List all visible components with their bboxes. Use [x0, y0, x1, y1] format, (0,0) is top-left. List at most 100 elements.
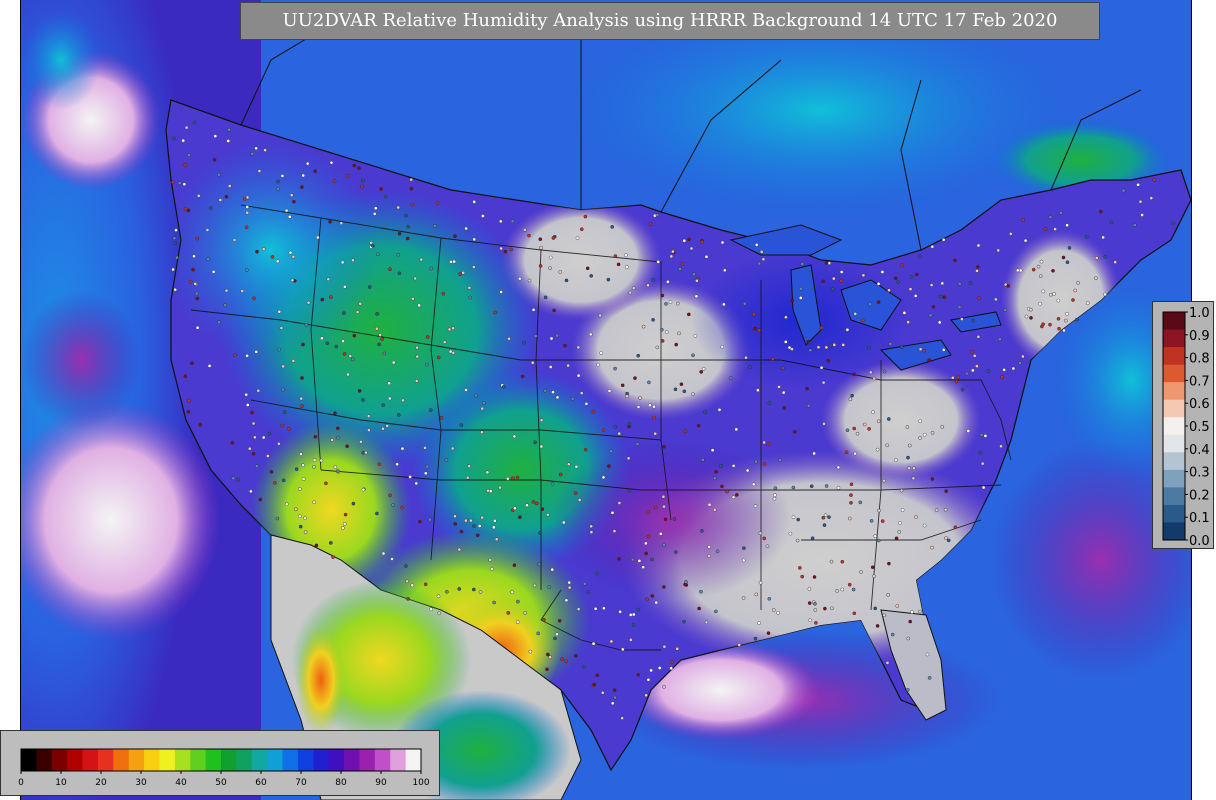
station-dot — [975, 269, 979, 273]
station-dot — [493, 310, 498, 315]
station-dot — [669, 254, 674, 259]
station-dot — [876, 282, 881, 286]
station-dot — [754, 243, 759, 247]
station-dot — [753, 326, 757, 331]
station-dot — [452, 259, 456, 264]
station-dot — [841, 343, 846, 347]
station-dot — [707, 554, 711, 558]
station-dot — [682, 619, 686, 624]
station-dot — [960, 317, 964, 321]
station-dot — [682, 389, 687, 394]
station-dot — [583, 214, 588, 219]
station-dot — [930, 477, 935, 481]
station-dot — [293, 507, 298, 512]
station-dot — [336, 435, 340, 440]
station-dot — [790, 298, 795, 303]
rh-colorbar-swatch — [144, 749, 160, 771]
station-dot — [880, 519, 885, 523]
station-dot — [930, 545, 934, 550]
station-dot — [942, 348, 946, 352]
station-dot — [877, 538, 881, 543]
station-dot — [1085, 301, 1090, 305]
station-dot — [915, 272, 919, 277]
station-dot — [906, 455, 910, 460]
station-dot — [498, 485, 502, 490]
station-dot — [890, 632, 895, 637]
station-dot — [871, 410, 875, 415]
station-dot — [661, 494, 666, 499]
station-dot — [918, 347, 923, 352]
station-dot — [908, 619, 913, 624]
station-dot — [673, 387, 678, 392]
ob-colorbar-swatch — [1163, 522, 1185, 541]
rh-colorbar-swatch — [282, 749, 299, 771]
ob-colorbar-swatch — [1163, 469, 1185, 488]
station-dot — [853, 451, 857, 456]
station-dot — [660, 293, 665, 298]
station-dot — [256, 388, 261, 393]
rh-colorbar-label: 10 — [55, 778, 67, 788]
station-dot — [675, 647, 680, 651]
station-dot — [782, 406, 787, 410]
station-dot — [773, 493, 777, 498]
station-dot — [315, 235, 320, 240]
station-dot — [213, 134, 218, 138]
station-dot — [662, 685, 666, 689]
station-dot — [784, 315, 788, 320]
station-dot — [516, 599, 520, 604]
station-dot — [631, 623, 636, 627]
station-dot — [912, 466, 916, 471]
station-dot — [812, 451, 816, 456]
station-dot — [207, 364, 212, 368]
station-dot — [547, 585, 552, 589]
station-dot — [183, 374, 188, 379]
station-dot — [510, 219, 515, 224]
station-dot — [610, 225, 615, 229]
station-dot — [1011, 366, 1016, 371]
station-dot — [348, 354, 353, 358]
ob-colorbar-swatch — [1163, 417, 1185, 436]
station-dot — [465, 475, 470, 480]
station-dot — [494, 537, 499, 542]
station-dot — [540, 507, 545, 511]
station-dot — [459, 423, 464, 427]
station-dot — [335, 426, 340, 431]
station-dot — [1138, 199, 1143, 204]
station-dot — [836, 486, 841, 490]
station-dot — [613, 424, 618, 429]
humidity-map[interactable] — [20, 0, 1192, 800]
station-dot — [601, 428, 606, 433]
station-dot — [270, 255, 275, 259]
station-dot — [414, 481, 419, 486]
station-dot — [960, 387, 965, 392]
station-dot — [971, 368, 975, 373]
station-dot — [845, 327, 850, 332]
station-dot — [771, 357, 775, 361]
station-dot — [644, 693, 648, 698]
station-dot — [781, 390, 786, 395]
station-dot — [567, 462, 571, 467]
ob-colorbar-label: 0.2 — [1189, 488, 1210, 503]
station-dot — [930, 430, 935, 435]
station-dot — [753, 504, 758, 508]
station-dot — [849, 493, 853, 497]
station-dot — [602, 606, 606, 611]
station-dot — [254, 350, 258, 354]
station-dot — [558, 270, 563, 274]
station-dot — [898, 521, 902, 525]
station-dot — [548, 655, 552, 660]
ob-colorbar-swatch — [1163, 382, 1185, 401]
station-dot — [453, 234, 457, 238]
station-dot — [897, 530, 902, 534]
station-dot — [848, 516, 852, 521]
station-dot — [824, 260, 829, 265]
station-dot — [574, 654, 578, 658]
station-dot — [754, 592, 759, 597]
station-dot — [388, 493, 392, 498]
station-dot — [759, 250, 764, 254]
station-dot — [361, 178, 365, 183]
ob-colorbar-swatch — [1163, 312, 1185, 331]
station-dot — [233, 353, 237, 357]
station-dot — [305, 161, 310, 166]
station-dot — [501, 384, 506, 389]
